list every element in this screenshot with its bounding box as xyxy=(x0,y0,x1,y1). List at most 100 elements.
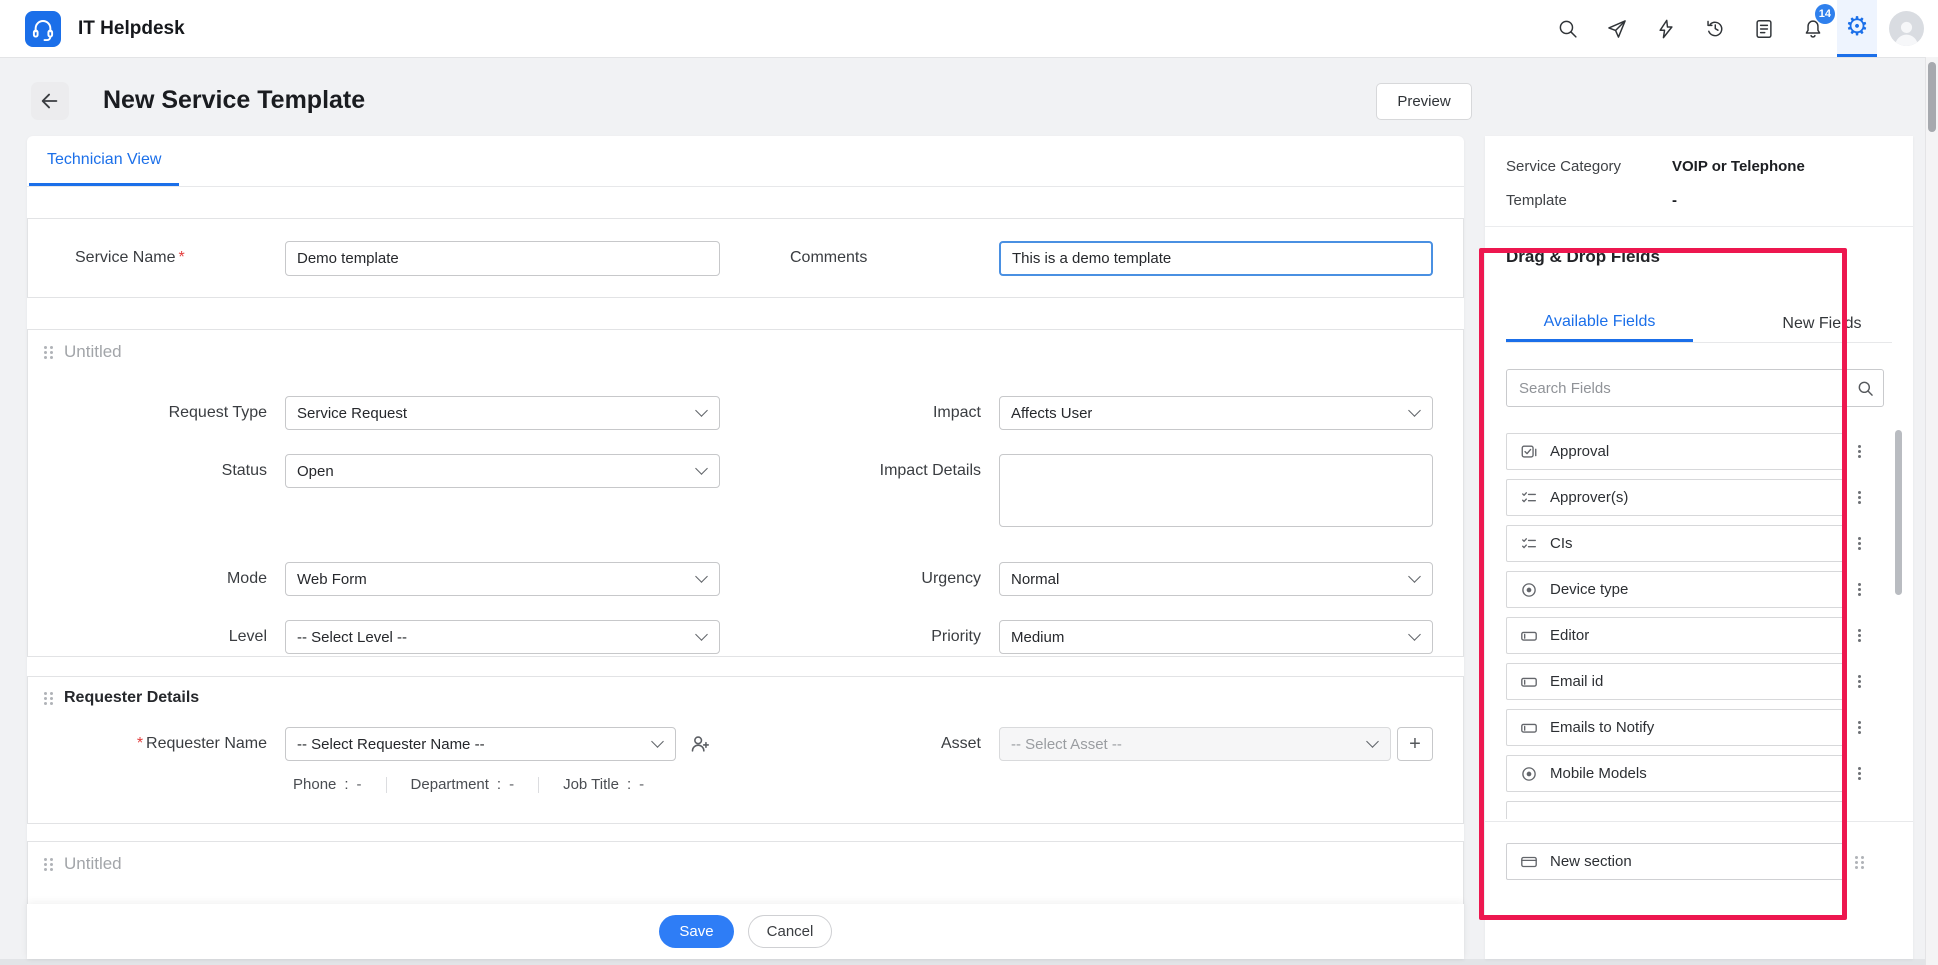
app-title: IT Helpdesk xyxy=(78,18,185,40)
mode-label: Mode xyxy=(28,562,285,596)
chevron-down-icon xyxy=(1408,404,1421,417)
page-title: New Service Template xyxy=(103,86,365,115)
drag-handle-icon[interactable] xyxy=(44,345,54,359)
window-scrollbar xyxy=(1925,57,1938,965)
field-approval[interactable]: Approval xyxy=(1506,433,1846,470)
field-approvers[interactable]: Approver(s) xyxy=(1506,479,1846,516)
section-title: Untitled xyxy=(64,854,122,874)
chevron-down-icon xyxy=(1408,628,1421,641)
text-input-icon xyxy=(1520,719,1538,737)
back-button[interactable] xyxy=(31,82,69,120)
new-section-item[interactable]: New section xyxy=(1506,843,1846,880)
settings-button[interactable]: ⚙ xyxy=(1837,0,1877,57)
add-asset-button[interactable]: + xyxy=(1397,727,1433,761)
required-asterisk: * xyxy=(178,249,184,266)
tab-available-fields[interactable]: Available Fields xyxy=(1506,305,1693,342)
kebab-menu-icon xyxy=(1858,675,1861,678)
panel-scrollbar-thumb[interactable] xyxy=(1895,430,1902,595)
level-select[interactable]: -- Select Level -- xyxy=(285,620,720,654)
search-button[interactable] xyxy=(1543,0,1592,57)
field-list-item: CIs xyxy=(1506,525,1892,562)
field-device-type[interactable]: Device type xyxy=(1506,571,1846,608)
chevron-down-icon xyxy=(695,628,708,641)
kebab-menu-icon xyxy=(1858,767,1861,770)
mode-select[interactable]: Web Form xyxy=(285,562,720,596)
field-menu-button[interactable] xyxy=(1846,709,1873,746)
job-title-label: Job Title xyxy=(563,776,619,793)
release-notes-button[interactable] xyxy=(1739,0,1788,57)
tab-technician-view[interactable]: Technician View xyxy=(29,136,179,186)
request-type-value: Service Request xyxy=(297,405,407,422)
user-avatar[interactable] xyxy=(1889,11,1924,46)
add-requester-button[interactable] xyxy=(682,727,718,761)
save-button[interactable]: Save xyxy=(659,915,734,948)
urgency-value: Normal xyxy=(1011,571,1059,588)
urgency-select[interactable]: Normal xyxy=(999,562,1433,596)
chevron-down-icon xyxy=(695,570,708,583)
kebab-menu-icon xyxy=(1858,445,1861,448)
field-menu-button[interactable] xyxy=(1846,525,1873,562)
topbar: IT Helpdesk xyxy=(0,0,1938,58)
impact-label: Impact xyxy=(720,396,999,430)
job-title-value: - xyxy=(639,776,644,793)
field-menu-button[interactable] xyxy=(1846,571,1873,608)
field-menu-button[interactable] xyxy=(1846,479,1873,516)
colon: : xyxy=(344,776,348,793)
app-logo[interactable] xyxy=(25,11,61,47)
automation-button[interactable] xyxy=(1641,0,1690,57)
section-title: Untitled xyxy=(64,342,122,362)
notification-badge: 14 xyxy=(1815,4,1835,24)
drag-handle-icon[interactable] xyxy=(44,691,54,705)
tab-new-fields[interactable]: New Fields xyxy=(1752,305,1892,342)
drag-handle-icon[interactable] xyxy=(1846,855,1873,869)
request-type-select[interactable]: Service Request xyxy=(285,396,720,430)
service-name-input[interactable] xyxy=(285,241,720,276)
action-bar: Save Cancel xyxy=(27,904,1464,959)
notifications-button[interactable]: 14 xyxy=(1788,0,1837,57)
field-emails-to-notify[interactable]: Emails to Notify xyxy=(1506,709,1846,746)
headset-icon xyxy=(30,16,56,42)
colon: : xyxy=(497,776,501,793)
field-clipped[interactable] xyxy=(1506,801,1846,819)
chevron-down-icon xyxy=(695,404,708,417)
divider xyxy=(1485,821,1913,822)
field-editor[interactable]: Editor xyxy=(1506,617,1846,654)
status-value: Open xyxy=(297,463,334,480)
field-menu-button[interactable] xyxy=(1846,433,1873,470)
history-button[interactable] xyxy=(1690,0,1739,57)
template-editor-card: Technician View Service Name* Comments U… xyxy=(27,136,1464,959)
comments-input[interactable] xyxy=(999,241,1433,276)
field-menu-button[interactable] xyxy=(1846,663,1873,700)
field-label: Emails to Notify xyxy=(1550,719,1654,736)
search-icon[interactable] xyxy=(1846,370,1883,406)
field-email-id[interactable]: Email id xyxy=(1506,663,1846,700)
impact-details-textarea[interactable] xyxy=(999,454,1433,527)
field-mobile-models[interactable]: Mobile Models xyxy=(1506,755,1846,792)
preview-button[interactable]: Preview xyxy=(1376,83,1472,120)
requester-name-label: *Requester Name xyxy=(28,727,285,761)
general-section: Service Name* Comments xyxy=(27,218,1464,298)
quick-actions-button[interactable] xyxy=(1592,0,1641,57)
window-scrollbar-thumb[interactable] xyxy=(1928,62,1936,132)
asset-select[interactable]: -- Select Asset -- xyxy=(999,727,1391,761)
requester-name-select[interactable]: -- Select Requester Name -- xyxy=(285,727,676,761)
request-type-label: Request Type xyxy=(28,396,285,430)
impact-details-label: Impact Details xyxy=(720,454,999,488)
requester-meta-row: Phone : - Department : - Job Title : - xyxy=(293,776,1463,793)
impact-select[interactable]: Affects User xyxy=(999,396,1433,430)
drag-handle-icon[interactable] xyxy=(44,857,54,871)
asset-label: Asset xyxy=(720,727,999,761)
chevron-down-icon xyxy=(651,735,664,748)
search-fields-input[interactable] xyxy=(1506,369,1884,407)
impact-value: Affects User xyxy=(1011,405,1092,422)
kebab-menu-icon xyxy=(1858,537,1861,540)
cancel-button[interactable]: Cancel xyxy=(748,915,832,948)
form-row: *Requester Name -- Select Requester Name… xyxy=(28,727,1463,761)
status-select[interactable]: Open xyxy=(285,454,720,488)
field-list-item: Device type xyxy=(1506,571,1892,608)
fields-tabbar: Available Fields New Fields xyxy=(1506,305,1892,343)
priority-select[interactable]: Medium xyxy=(999,620,1433,654)
field-cis[interactable]: CIs xyxy=(1506,525,1846,562)
field-menu-button[interactable] xyxy=(1846,617,1873,654)
field-menu-button[interactable] xyxy=(1846,755,1873,792)
